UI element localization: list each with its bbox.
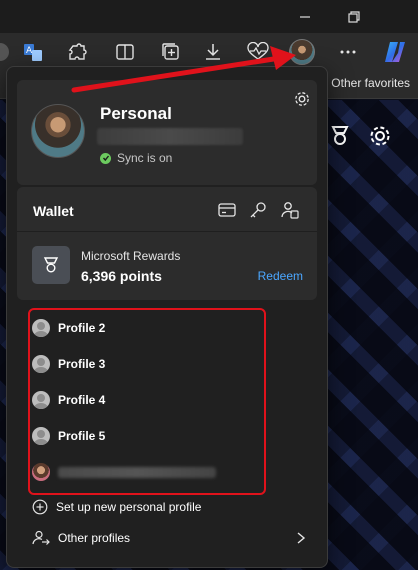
browser-toolbar: A bbox=[0, 33, 418, 69]
profile-flyout: Personal Sync is on Wallet Microsoft Rew… bbox=[6, 66, 328, 568]
setup-new-profile-label: Set up new personal profile bbox=[56, 500, 202, 514]
sync-status: Sync is on bbox=[100, 151, 172, 165]
restore-icon[interactable] bbox=[331, 0, 377, 33]
collections-icon[interactable] bbox=[157, 38, 185, 66]
profile-avatar[interactable] bbox=[288, 38, 316, 66]
copilot-icon[interactable] bbox=[381, 38, 409, 66]
svg-text:A: A bbox=[26, 46, 33, 56]
password-key-icon[interactable] bbox=[247, 199, 269, 221]
translate-icon[interactable]: A bbox=[19, 38, 47, 66]
profile-name: Personal bbox=[100, 104, 172, 123]
rewards-trophy-icon bbox=[32, 246, 70, 284]
settings-gear-icon[interactable] bbox=[366, 122, 394, 150]
switch-profiles-icon bbox=[32, 530, 50, 545]
performance-icon[interactable] bbox=[244, 38, 272, 66]
wallet-header: Wallet bbox=[17, 187, 317, 232]
redacted-email bbox=[97, 128, 243, 145]
reading-view-icon[interactable] bbox=[0, 38, 14, 66]
other-profiles-label: Other profiles bbox=[58, 531, 131, 545]
rewards-icon[interactable] bbox=[326, 122, 354, 150]
wallet-card: Wallet Microsoft Rewards 6,396 points Re… bbox=[17, 187, 317, 300]
redeem-link[interactable]: Redeem bbox=[258, 269, 303, 283]
sync-status-label: Sync is on bbox=[117, 151, 173, 165]
check-circle-icon bbox=[100, 152, 111, 164]
more-icon[interactable] bbox=[334, 38, 362, 66]
avatar bbox=[31, 104, 85, 158]
payment-card-icon[interactable] bbox=[216, 199, 238, 221]
personal-profile-card[interactable]: Personal Sync is on bbox=[17, 80, 317, 185]
highlight-box bbox=[28, 308, 266, 495]
other-favorites-link[interactable]: Other favorites bbox=[331, 76, 410, 90]
title-bar bbox=[0, 0, 418, 33]
other-profiles-button[interactable]: Other profiles bbox=[32, 526, 312, 550]
profile-settings-gear-icon[interactable] bbox=[291, 88, 313, 110]
setup-new-profile-button[interactable]: Set up new personal profile bbox=[32, 495, 312, 519]
chevron-right-icon bbox=[297, 532, 306, 544]
extensions-icon[interactable] bbox=[63, 38, 91, 66]
rewards-points: 6,396 points bbox=[81, 268, 162, 284]
rewards-label: Microsoft Rewards bbox=[81, 249, 181, 263]
minimize-icon[interactable] bbox=[282, 0, 328, 33]
add-circle-icon bbox=[32, 499, 48, 515]
personal-info-icon[interactable] bbox=[279, 199, 301, 221]
wallet-title: Wallet bbox=[33, 203, 74, 219]
downloads-icon[interactable] bbox=[199, 38, 227, 66]
split-screen-icon[interactable] bbox=[111, 38, 139, 66]
